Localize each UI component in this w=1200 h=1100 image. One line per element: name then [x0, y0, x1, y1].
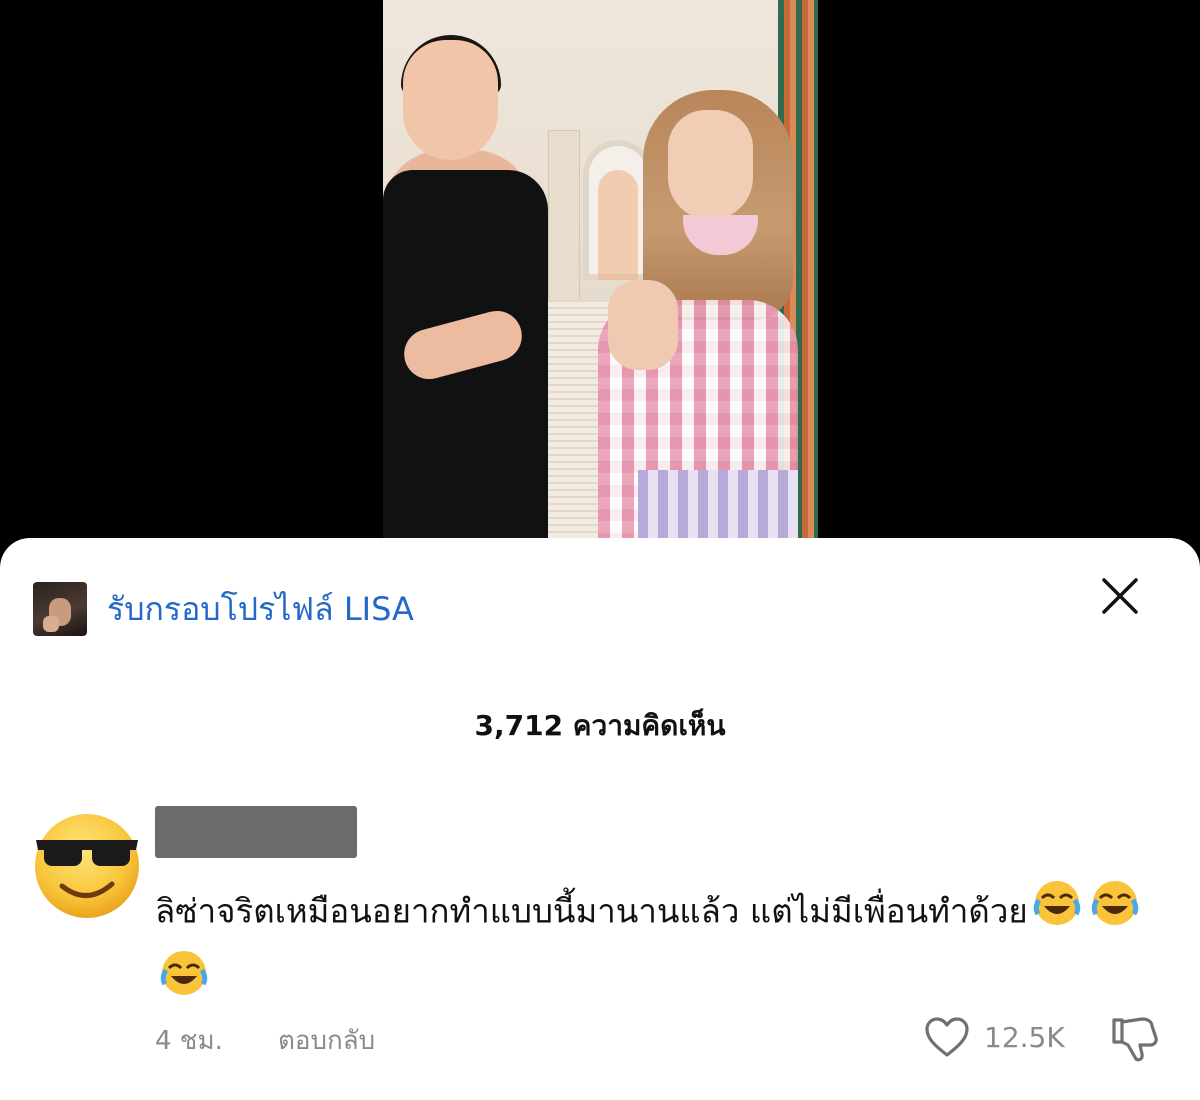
avatar-hand — [43, 616, 59, 632]
dislike-button[interactable] — [1108, 1014, 1160, 1068]
laughing-emoji-icon — [159, 948, 209, 1018]
page-name-link[interactable]: รับกรอบโปรไฟล์ LISA — [107, 584, 414, 635]
video-person-right-skirt — [638, 470, 798, 545]
video-person-right-head — [668, 110, 753, 220]
commenter-avatar[interactable] — [32, 810, 142, 920]
video-background-arch-light — [598, 170, 638, 280]
close-button[interactable] — [1098, 574, 1142, 618]
comment-body: ลิซ่าจริตเหมือนอยากทำแบบนี้มานานแล้ว แต่… — [155, 878, 1145, 1018]
laughing-emoji-icon — [1090, 878, 1140, 948]
heart-icon — [925, 1017, 969, 1057]
thumbs-down-icon — [1112, 1017, 1158, 1062]
laughing-emoji-icon — [1032, 878, 1082, 948]
comment-count-heading: 3,712 ความคิดเห็น — [474, 709, 726, 742]
comment-text: ลิซ่าจริตเหมือนอยากทำแบบนี้มานานแล้ว แต่… — [155, 891, 1028, 931]
sunglasses-emoji-icon — [35, 814, 139, 918]
video-person-left-head — [403, 40, 498, 160]
reply-button[interactable]: ตอบกลับ — [278, 1020, 375, 1061]
commenter-name-redacted — [155, 806, 357, 858]
comment-timestamp: 4 ชม. — [155, 1026, 223, 1056]
close-icon — [1102, 578, 1138, 614]
page-avatar[interactable] — [33, 582, 87, 636]
like-count: 12.5K — [984, 1020, 1065, 1054]
video-player[interactable] — [383, 0, 818, 545]
video-person-right-hands — [608, 280, 678, 370]
like-button[interactable]: 12.5K — [924, 1016, 1065, 1058]
page-header[interactable]: รับกรอบโปรไฟล์ LISA — [33, 582, 414, 636]
comments-sheet: รับกรอบโปรไฟล์ LISA 3,712 ความคิดเห็น ลิ… — [0, 538, 1200, 1100]
